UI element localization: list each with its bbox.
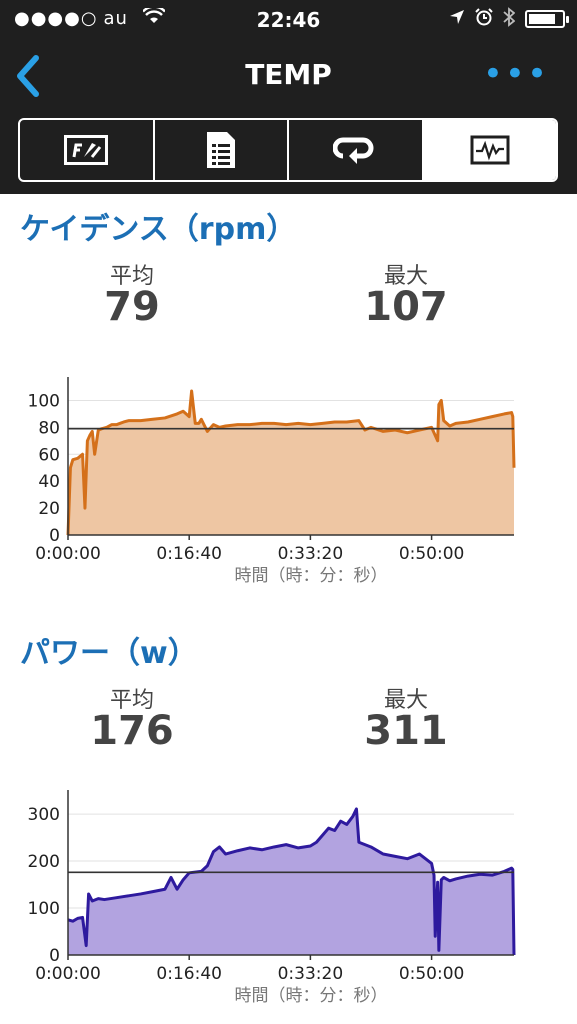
cadence-chart: 0 20 40 60 80 100 0:00:00 0:16:40 0:33:20 0:50:00… [28, 377, 516, 586]
x-tick-label: 0:50:00 [399, 544, 465, 564]
y-tick-label: 40 [38, 472, 60, 492]
tab-details[interactable] [155, 120, 289, 180]
x-tick-label: 0:16:40 [156, 964, 222, 984]
battery-icon [525, 10, 569, 28]
power-max-value: 311 [364, 708, 448, 754]
x-axis-label: 時間（時：分：秒） [235, 566, 388, 586]
navigation-bar: TEMP ••• [0, 40, 577, 114]
status-right [449, 7, 569, 31]
x-tick-label: 0:16:40 [156, 544, 222, 564]
y-tick-label: 20 [38, 499, 60, 519]
y-tick-label: 0 [49, 946, 60, 966]
tab-laps[interactable] [289, 120, 424, 180]
cadence-max-value: 107 [364, 284, 448, 330]
y-tick-label: 300 [28, 805, 60, 825]
x-tick-label: 0:00:00 [35, 544, 101, 564]
location-icon [449, 9, 465, 29]
y-tick-label: 80 [38, 418, 60, 438]
cadence-avg-value: 79 [104, 284, 160, 330]
x-tick-label: 0:50:00 [399, 964, 465, 984]
document-list-icon [206, 132, 235, 168]
series-area [68, 391, 514, 535]
x-tick-label: 0:33:20 [278, 964, 344, 984]
status-bar: ●●●●○ au 22:46 [0, 0, 577, 40]
series-area [68, 808, 514, 955]
y-tick-label: 0 [49, 526, 60, 546]
y-tick-label: 60 [38, 445, 60, 465]
tab-charts[interactable] [423, 120, 556, 180]
x-tick-label: 0:33:20 [278, 544, 344, 564]
cadence-section-title: ケイデンス（rpm） [20, 212, 297, 247]
more-options-button[interactable]: ••• [483, 57, 549, 91]
x-axis-label: 時間（時：分：秒） [235, 986, 388, 1006]
y-tick-label: 100 [28, 899, 60, 919]
chart-icon [470, 135, 510, 165]
x-tick-label: 0:00:00 [35, 964, 101, 984]
y-tick-label: 100 [28, 391, 60, 411]
tab-bar-container [0, 114, 577, 194]
alarm-icon [475, 8, 493, 30]
speedometer-icon [64, 135, 109, 165]
loop-icon [333, 137, 374, 164]
power-section-title: パワー（w） [20, 636, 198, 671]
segmented-control [18, 118, 558, 182]
power-chart: 0 100 200 300 0:00:00 0:16:40 0:33:20 0:50:00 時間… [28, 790, 516, 1006]
power-avg-value: 176 [90, 708, 174, 754]
bluetooth-icon [503, 7, 516, 31]
y-tick-label: 200 [28, 852, 60, 872]
tab-overview[interactable] [20, 120, 155, 180]
